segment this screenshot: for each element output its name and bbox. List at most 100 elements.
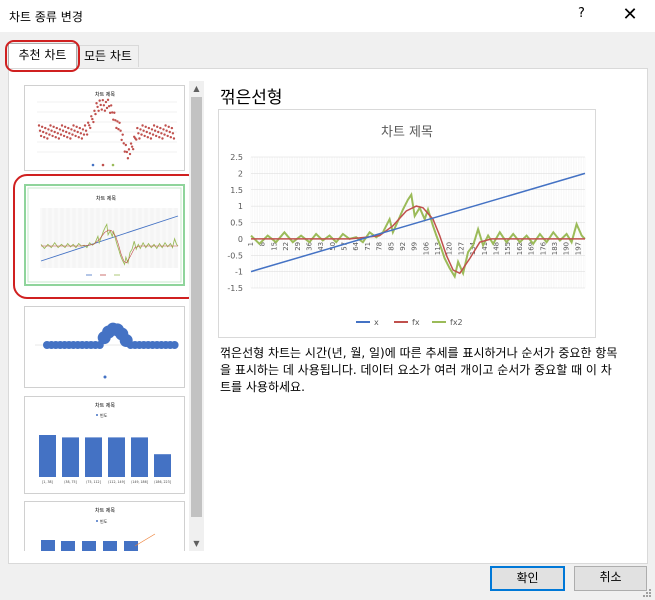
scatter-point <box>159 126 162 130</box>
close-button[interactable]: ✕ <box>615 2 645 28</box>
x-tick-label: 64 <box>352 241 360 250</box>
histogram-category-label: (75, 112] <box>86 480 101 484</box>
scatter-point <box>119 129 122 132</box>
y-tick-label: -0.5 <box>227 251 243 260</box>
y-tick-label: 2 <box>238 169 243 178</box>
tab-all-charts[interactable]: 모든 차트 <box>77 45 139 67</box>
x-tick-label: 22 <box>282 242 290 251</box>
x-tick-label: 176 <box>539 241 547 255</box>
thumbnail-bubble-preview <box>35 322 179 379</box>
scatter-point <box>164 124 167 127</box>
scatter-point <box>61 129 65 132</box>
thumbnail-scrollbar[interactable]: ▲ ▼ <box>189 81 204 551</box>
scatter-point <box>162 128 165 131</box>
histogram-bar <box>131 437 148 477</box>
scatter-point <box>57 137 61 140</box>
x-tick-label: 127 <box>457 242 465 255</box>
x-tick-label: 92 <box>399 242 407 251</box>
chart-thumbnail-histogram[interactable]: 차트 제목 빈도 [1, 38] (38, 75] (75, 112] (112, 1… <box>24 396 185 494</box>
thumbnail-pareto-preview: 차트 제목 빈도 <box>41 507 156 551</box>
scatter-point <box>92 120 95 124</box>
scatter-point <box>109 104 113 107</box>
scatter-point <box>161 137 164 140</box>
x-tick-label: 169 <box>528 242 536 255</box>
scatter-point <box>140 133 143 136</box>
scatter-point <box>72 124 75 127</box>
resize-grip-icon[interactable] <box>642 588 652 598</box>
scatter-point <box>143 134 146 138</box>
thumbnail-legend: 빈도 <box>100 518 108 524</box>
scatter-point <box>52 125 55 128</box>
scatter-point <box>128 152 132 156</box>
chart-thumbnail-scatter-bubble[interactable] <box>24 306 185 388</box>
scatter-point <box>169 136 173 139</box>
scatter-point <box>68 132 71 135</box>
x-tick-label: 29 <box>294 242 302 251</box>
ok-button[interactable]: 확인 <box>490 566 565 591</box>
scatter-point <box>54 136 57 139</box>
scatter-point <box>153 129 157 132</box>
scatter-point <box>69 137 72 140</box>
scatter-point <box>107 105 111 108</box>
scatter-point <box>103 109 107 112</box>
scatter-point <box>166 134 169 138</box>
scatter-point <box>71 133 74 136</box>
chart-thumbnail-pareto[interactable]: 차트 제목 빈도 <box>24 501 185 551</box>
highlight-annotation-tab <box>5 40 80 72</box>
cancel-button[interactable]: 취소 <box>574 566 647 591</box>
scatter-point <box>158 136 161 139</box>
scatter-point <box>157 130 160 134</box>
chart-thumbnail-scatter[interactable]: 차트 제목 <box>24 85 185 171</box>
scatter-point <box>94 112 97 116</box>
scatter-point <box>131 147 135 151</box>
chart-type-title: 꺾은선형 <box>220 88 283 108</box>
scatter-point <box>106 98 110 102</box>
scatter-point <box>41 130 45 134</box>
scatter-point <box>151 133 155 136</box>
scatter-point <box>86 121 90 124</box>
x-tick-label: 99 <box>411 242 419 251</box>
scroll-up-icon[interactable]: ▲ <box>189 81 204 96</box>
scatter-point <box>59 133 63 136</box>
scatter-point <box>43 136 46 139</box>
y-tick-label: 0.5 <box>230 219 243 228</box>
scatter-point <box>137 132 140 135</box>
scatter-point <box>91 117 94 121</box>
scatter-point <box>66 136 69 139</box>
scatter-point <box>63 125 67 128</box>
scatter-point <box>127 148 131 151</box>
legend-label-x: x <box>374 318 379 327</box>
scatter-point <box>90 115 93 118</box>
x-tick-label: 85 <box>387 242 395 251</box>
y-tick-label: 0 <box>238 235 243 244</box>
scatter-point <box>56 132 60 135</box>
scatter-point <box>82 133 86 136</box>
x-tick-label: 78 <box>376 242 384 251</box>
scroll-down-icon[interactable]: ▼ <box>189 536 204 551</box>
tab-bar: 추천 차트 모든 차트 <box>0 32 655 69</box>
scatter-point <box>136 126 139 130</box>
scatter-point <box>120 138 123 142</box>
scatter-point <box>138 137 141 140</box>
scatter-point <box>142 129 145 132</box>
scatter-point <box>115 126 118 130</box>
scatter-point <box>122 142 125 145</box>
scatter-point <box>76 130 79 134</box>
scatter-point <box>51 134 54 138</box>
scrollbar-thumb[interactable] <box>191 97 202 517</box>
scatter-point <box>74 134 77 138</box>
scatter-point <box>160 132 163 135</box>
scatter-point <box>79 132 83 135</box>
scatter-point <box>116 120 119 123</box>
scatter-point <box>84 129 88 132</box>
chart-type-description: 꺾은선형 차트는 시간(년, 월, 일)에 따른 추세를 표시하거나 순서가 중… <box>220 346 618 394</box>
help-button[interactable]: ? <box>578 6 585 21</box>
scatter-point <box>111 111 114 114</box>
scatter-point <box>149 137 153 140</box>
y-tick-label: 1 <box>238 202 243 211</box>
scatter-point <box>135 138 138 141</box>
histogram-category-label: [1, 38] <box>42 480 53 484</box>
scatter-point <box>75 125 78 128</box>
y-tick-label: 2.5 <box>230 153 243 162</box>
scatter-point <box>139 128 142 131</box>
